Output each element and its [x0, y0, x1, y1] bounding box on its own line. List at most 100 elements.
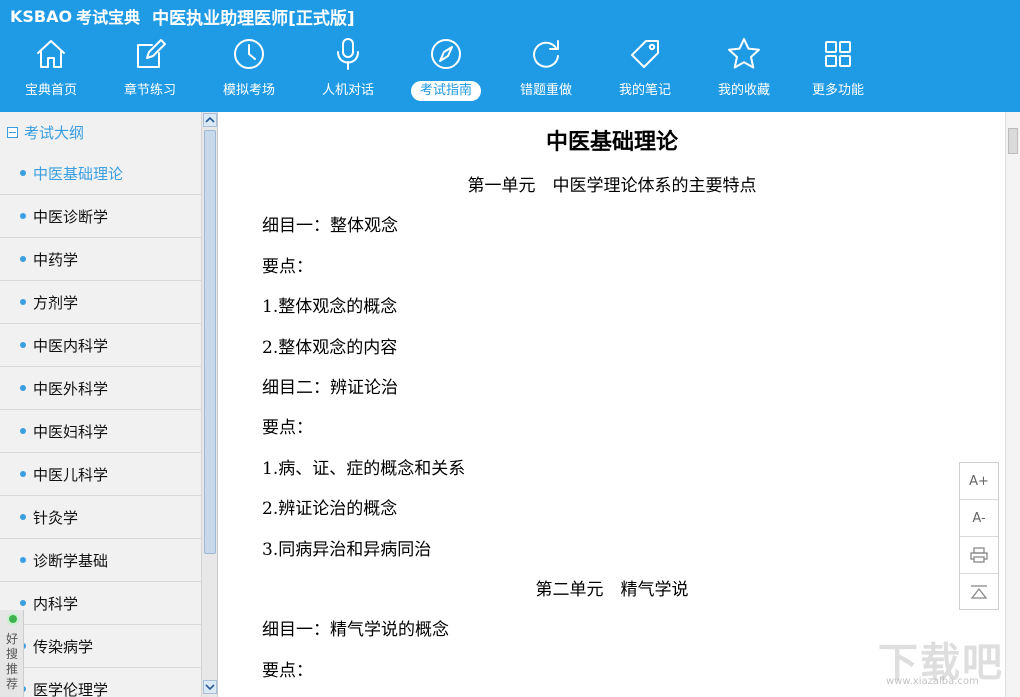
watermark-url: www.xiazaiba.com	[886, 676, 979, 687]
sidebar-item[interactable]: 内科学	[0, 582, 201, 625]
nav-label: 考试指南	[410, 81, 481, 101]
sidebar-scrollbar[interactable]	[201, 112, 217, 697]
outline-header[interactable]: 考试大纲	[0, 112, 201, 152]
nav-item-compass[interactable]: 考试指南	[397, 34, 495, 106]
sidebar-item[interactable]: 中医内科学	[0, 324, 201, 367]
sidebar-item-label: 针灸学	[33, 508, 79, 527]
star-icon	[726, 36, 762, 72]
outline-tree: 考试大纲 中医基础理论 中医诊断学中药学方剂学中医内科学中医外科学中医妇科学中医儿…	[0, 112, 201, 697]
sidebar-item[interactable]: 诊断学基础	[0, 539, 201, 582]
nav-label: 章节练习	[123, 83, 176, 98]
sidebar-item-label: 中医基础理论	[33, 164, 124, 183]
collapse-icon[interactable]	[7, 126, 18, 138]
scroll-down-arrow[interactable]	[203, 680, 217, 694]
bullet-icon	[20, 342, 26, 348]
document-line: 细目一：整体观念	[262, 216, 398, 236]
sidebar-item-label: 中医儿科学	[33, 465, 109, 484]
document-line: 2.整体观念的内容	[262, 338, 398, 358]
microphone-icon	[330, 36, 366, 72]
bullet-icon	[20, 385, 26, 391]
sidebar-item-label: 中医诊断学	[33, 207, 109, 226]
nav-label: 我的收藏	[717, 83, 770, 98]
reader-toolbar: A+ A-	[959, 462, 999, 610]
edit-icon	[132, 36, 168, 72]
sidebar-item-label: 中药学	[33, 250, 79, 269]
sidebar-item[interactable]: 中医基础理论	[0, 152, 201, 195]
document-view: 中医基础理论 第一单元 中医学理论体系的主要特点细目一：整体观念 要点： 1.整体观…	[219, 112, 1005, 697]
watermark: 下载吧 www.xiazaiba.com	[878, 630, 1008, 688]
home-icon	[33, 36, 69, 72]
document-line: 1.整体观念的概念	[262, 297, 398, 317]
section-heading: 第一单元 中医学理论体系的主要特点	[467, 176, 757, 196]
bullet-icon	[20, 471, 26, 477]
app-header: KSBAO 考试宝典 中医执业助理医师[正式版] 宝典首页 章节练习 模拟考场 人机对…	[0, 0, 1020, 112]
nav-item-edit[interactable]: 章节练习	[101, 34, 199, 106]
sidebar-item[interactable]: 中医诊断学	[0, 195, 201, 238]
back-to-top-button[interactable]	[960, 574, 998, 611]
nav-label: 我的笔记	[618, 83, 671, 98]
recommend-indicator-icon	[7, 613, 19, 625]
sidebar-item-label: 中医外科学	[33, 379, 109, 398]
nav-item-clock[interactable]: 模拟考场	[200, 34, 298, 106]
document-line: 要点：	[262, 661, 313, 681]
nav-label: 模拟考场	[222, 83, 275, 98]
logo-suffix: 考试宝典	[76, 8, 141, 27]
nav-item-microphone[interactable]: 人机对话	[299, 34, 397, 106]
sidebar-item[interactable]: 医学伦理学	[0, 668, 201, 697]
document-line: 细目二：辨证论治	[262, 378, 398, 398]
printer-icon	[970, 547, 988, 563]
sidebar-item-label: 方剂学	[33, 293, 79, 312]
nav-item-grid[interactable]: 更多功能	[789, 34, 887, 106]
content-scroll-thumb[interactable]	[1008, 128, 1018, 154]
sidebar-item-label: 诊断学基础	[33, 551, 109, 570]
document-line: 2.辨证论治的概念	[262, 499, 398, 519]
font-decrease-button[interactable]: A-	[960, 500, 998, 537]
recommend-tab[interactable]: 好搜推荐	[0, 610, 24, 697]
sidebar-item[interactable]: 中医外科学	[0, 367, 201, 410]
nav-item-refresh[interactable]: 错题重做	[497, 34, 595, 106]
sidebar-item[interactable]: 传染病学	[0, 625, 201, 668]
document-title: 中医基础理论	[545, 130, 678, 155]
sidebar: 考试大纲 中医基础理论 中医诊断学中药学方剂学中医内科学中医外科学中医妇科学中医儿…	[0, 112, 218, 697]
bullet-icon	[20, 213, 26, 219]
nav-item-home[interactable]: 宝典首页	[2, 34, 100, 106]
nav-label: 人机对话	[321, 83, 374, 98]
sidebar-item-label: 内科学	[33, 594, 79, 613]
main-nav: 宝典首页 章节练习 模拟考场 人机对话 考试指南 错题重做 我的笔记 我的收藏 更多功能	[0, 34, 1020, 106]
nav-label: 更多功能	[811, 83, 864, 98]
sidebar-item-label: 传染病学	[33, 637, 94, 656]
sidebar-item[interactable]: 中医妇科学	[0, 410, 201, 453]
bullet-icon	[20, 428, 26, 434]
title-bar: KSBAO 考试宝典 中医执业助理医师[正式版]	[10, 4, 355, 29]
recommend-label: 好搜推荐	[5, 632, 18, 691]
nav-label: 错题重做	[519, 83, 572, 98]
sidebar-item[interactable]: 针灸学	[0, 496, 201, 539]
document-line: 要点：	[262, 257, 313, 277]
bullet-icon	[20, 299, 26, 305]
scroll-up-arrow[interactable]	[203, 113, 217, 127]
bullet-icon	[20, 600, 26, 606]
bullet-icon	[20, 256, 26, 262]
section-heading: 第二单元 精气学说	[535, 580, 689, 600]
bullet-icon	[20, 514, 26, 520]
document-line: 细目一：精气学说的概念	[262, 620, 449, 640]
font-increase-button[interactable]: A+	[960, 463, 998, 500]
refresh-icon	[528, 36, 564, 72]
print-button[interactable]	[960, 537, 998, 574]
grid-icon	[820, 36, 856, 72]
sidebar-scroll-thumb[interactable]	[204, 130, 216, 554]
tag-icon	[627, 36, 663, 72]
ksbao-logo: KSBAO	[10, 6, 73, 26]
document-line: 3.同病异治和异病同治	[262, 540, 432, 560]
sidebar-item[interactable]: 中医儿科学	[0, 453, 201, 496]
nav-label: 宝典首页	[24, 83, 77, 98]
sidebar-item[interactable]: 方剂学	[0, 281, 201, 324]
to-top-icon	[970, 585, 988, 599]
sidebar-item-label: 中医妇科学	[33, 422, 109, 441]
sidebar-item[interactable]: 中药学	[0, 238, 201, 281]
document-line: 要点：	[262, 418, 313, 438]
nav-item-tag[interactable]: 我的笔记	[596, 34, 694, 106]
clock-icon	[231, 36, 267, 72]
content-scrollbar[interactable]	[1005, 112, 1020, 697]
nav-item-star[interactable]: 我的收藏	[695, 34, 793, 106]
